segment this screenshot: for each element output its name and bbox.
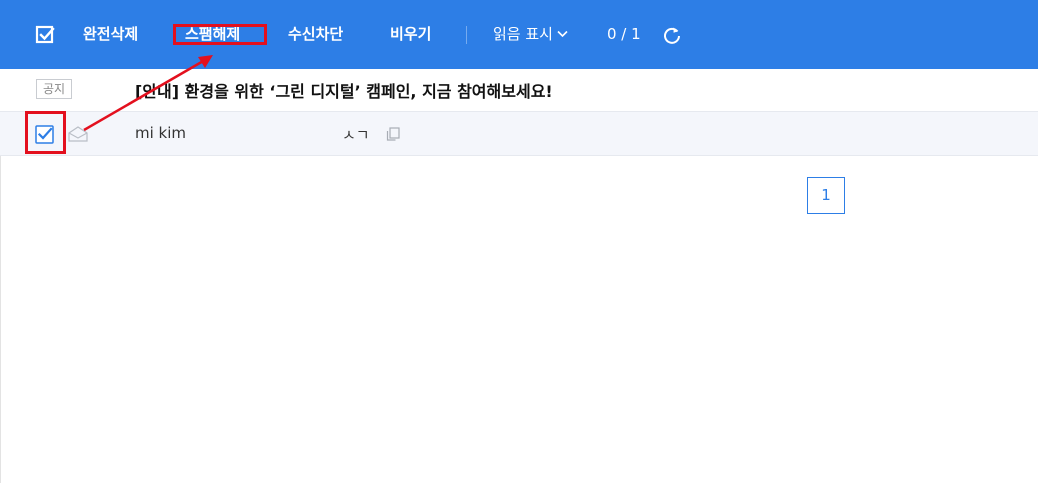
mail-count: 0 / 1 [607,25,641,43]
permanent-delete-button[interactable]: 완전삭제 [83,23,138,45]
mail-subject[interactable]: ㅅㄱ [342,124,370,145]
empty-button[interactable]: 비우기 [390,23,431,45]
block-sender-button[interactable]: 수신차단 [288,23,343,45]
chevron-down-icon [557,30,568,38]
mark-read-label: 읽음 표시 [493,25,553,43]
copy-icon[interactable] [386,127,400,141]
envelope-open-icon[interactable] [68,126,88,142]
row-checkbox-icon[interactable] [35,125,54,144]
toolbar-divider [466,26,467,44]
notice-title[interactable]: [안내] 환경을 위한 ‘그린 디지털’ 캠페인, 지금 참여해보세요! [135,78,553,102]
mail-row[interactable]: mi kim ㅅㄱ [0,112,1038,156]
mail-toolbar: 완전삭제 스팸해제 수신차단 비우기 읽음 표시 0 / 1 [0,0,1038,69]
select-all-checkbox-icon[interactable] [35,25,55,45]
page-button-current[interactable]: 1 [807,177,845,214]
refresh-icon[interactable] [662,25,682,45]
mark-read-dropdown[interactable]: 읽음 표시 [493,23,568,45]
unspam-button[interactable]: 스팸해제 [185,23,240,45]
notice-badge: 공지 [36,79,72,99]
notice-row[interactable]: 공지 [안내] 환경을 위한 ‘그린 디지털’ 캠페인, 지금 참여해보세요! [0,69,1038,112]
mail-sender[interactable]: mi kim [135,124,186,142]
